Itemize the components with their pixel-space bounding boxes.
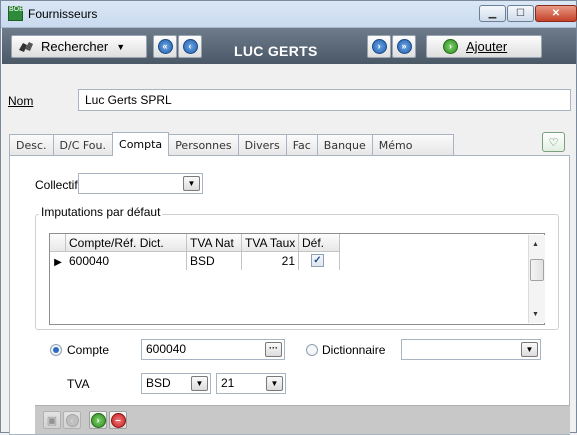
imputations-title: Imputations par défaut	[39, 205, 163, 219]
save-icon: ▣	[46, 414, 58, 427]
tab-memo[interactable]: Mémo	[371, 134, 454, 156]
next-record-icon: ›	[371, 39, 387, 54]
def-checkbox[interactable]: ✓	[311, 254, 324, 267]
tva-taux-select[interactable]: 21 ▼	[216, 373, 286, 394]
close-icon: ✕	[551, 8, 561, 19]
delete-row-icon: –	[110, 412, 126, 428]
tab-banque[interactable]: Banque	[316, 134, 373, 156]
first-record-button[interactable]: «	[153, 35, 177, 58]
window-title: Fournisseurs	[28, 7, 98, 21]
add-row-icon: ›	[90, 412, 106, 428]
chevron-down-icon[interactable]: ▼	[191, 376, 208, 391]
add-button[interactable]: › Ajouter	[426, 35, 542, 58]
grid-toolbar: ▣ ‹ › –	[35, 405, 570, 434]
tva-nat-value: BSD	[146, 376, 171, 390]
name-label: Nom	[8, 94, 34, 108]
add-icon: ›	[443, 39, 458, 54]
last-record-button[interactable]: »	[392, 35, 416, 58]
app-icon-text: BOB	[9, 6, 24, 13]
name-field[interactable]: Luc Gerts SPRL	[78, 89, 571, 111]
record-name: LUC GERTS	[234, 43, 318, 59]
search-label: Rechercher	[41, 39, 109, 54]
grid-corner	[50, 234, 66, 252]
last-record-icon: »	[396, 39, 412, 54]
tab-bar: Desc. D/C Fou. Compta Personnes Divers F…	[9, 132, 454, 156]
tab-desc[interactable]: Desc.	[9, 134, 54, 156]
tab-compta[interactable]: Compta	[112, 132, 170, 156]
binoculars-icon	[18, 41, 34, 53]
imputations-grid[interactable]: Compte/Réf. Dict. TVA Nat TVA Taux Déf. …	[49, 233, 545, 325]
dictionnaire-radio-label: Dictionnaire	[322, 343, 386, 357]
suppliers-window: BOB Fournisseurs ▁ ☐ ✕ Rechercher ▼ « ‹ …	[0, 0, 577, 435]
compte-field[interactable]: 600040 ···	[141, 339, 285, 360]
minimize-icon: ▁	[488, 8, 497, 19]
delete-row-button[interactable]: –	[109, 411, 127, 429]
app-icon: BOB	[8, 6, 24, 21]
add-row-button[interactable]: ›	[89, 411, 107, 429]
tab-fac[interactable]: Fac	[285, 134, 318, 156]
column-header-tva-taux[interactable]: TVA Taux	[242, 234, 299, 252]
compte-radio[interactable]	[50, 344, 62, 356]
dictionnaire-select[interactable]: ▼	[401, 339, 541, 360]
first-record-icon: «	[157, 39, 173, 54]
tab-dc-fou[interactable]: D/C Fou.	[52, 134, 114, 156]
title-bar: BOB Fournisseurs ▁ ☐ ✕	[1, 1, 577, 28]
next-record-button[interactable]: ›	[367, 35, 391, 58]
tva-label: TVA	[67, 377, 90, 391]
grid-scrollbar[interactable]: ▲ ▼	[528, 235, 545, 323]
previous-record-button[interactable]: ‹	[178, 35, 202, 58]
previous-record-icon: ‹	[182, 39, 198, 54]
column-header-compte[interactable]: Compte/Réf. Dict.	[66, 234, 187, 252]
scroll-thumb[interactable]	[530, 259, 544, 281]
dictionnaire-radio[interactable]	[306, 344, 318, 356]
tab-personnes[interactable]: Personnes	[168, 134, 239, 156]
chevron-down-icon: ▼	[116, 41, 126, 52]
cell-compte[interactable]: 600040	[66, 252, 187, 270]
compte-radio-label: Compte	[67, 343, 110, 357]
row-pointer-icon: ▶	[54, 256, 62, 268]
tabs-more-button[interactable]: ♡	[542, 132, 565, 152]
cell-def: ✓	[299, 252, 340, 270]
record-toolbar: Rechercher ▼ « ‹ LUC GERTS › » › Ajouter	[2, 28, 576, 64]
collectif-select[interactable]: ▼	[78, 173, 203, 194]
compte-value: 600040	[146, 342, 187, 356]
undo-button[interactable]: ‹	[63, 411, 81, 429]
scroll-up-icon[interactable]: ▲	[532, 241, 539, 248]
chevron-down-icon[interactable]: ▼	[266, 376, 283, 391]
undo-icon: ‹	[65, 413, 79, 427]
cell-tva-taux[interactable]: 21	[242, 252, 299, 270]
tva-nat-select[interactable]: BSD ▼	[141, 373, 211, 394]
chevron-down-icon[interactable]: ▼	[521, 342, 538, 357]
maximize-icon: ☐	[516, 8, 525, 19]
cell-tva-nat[interactable]: BSD	[187, 252, 242, 270]
column-header-def[interactable]: Déf.	[299, 234, 340, 252]
add-label: Ajouter	[466, 39, 508, 54]
tva-taux-value: 21	[221, 376, 235, 390]
chevron-down-icon: ♡	[548, 136, 559, 149]
save-button[interactable]: ▣	[43, 411, 61, 429]
minimize-button[interactable]: ▁	[479, 5, 506, 22]
search-button[interactable]: Rechercher ▼	[11, 35, 147, 58]
ellipsis-icon[interactable]: ···	[265, 342, 282, 357]
scroll-down-icon[interactable]: ▼	[532, 311, 539, 318]
collectif-label: Collectif	[35, 178, 78, 192]
close-button[interactable]: ✕	[535, 5, 577, 22]
column-header-tva-nat[interactable]: TVA Nat	[187, 234, 242, 252]
maximize-button[interactable]: ☐	[507, 5, 534, 22]
tab-divers[interactable]: Divers	[237, 134, 287, 156]
chevron-down-icon[interactable]: ▼	[183, 176, 200, 191]
